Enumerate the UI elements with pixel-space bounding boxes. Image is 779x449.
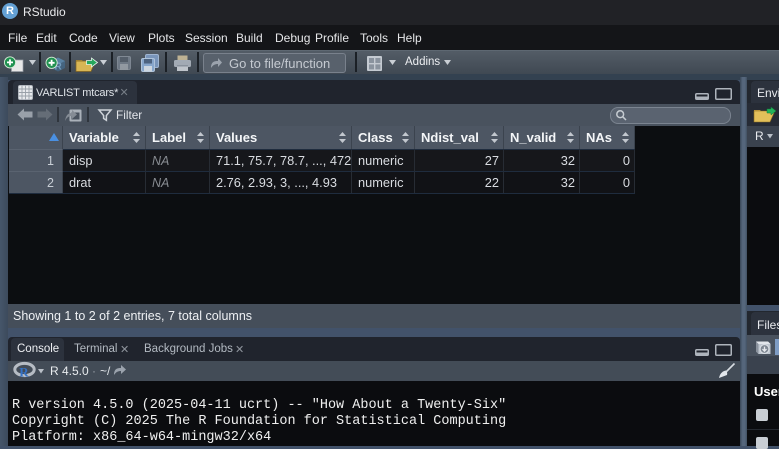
svg-text:R: R	[19, 365, 29, 380]
